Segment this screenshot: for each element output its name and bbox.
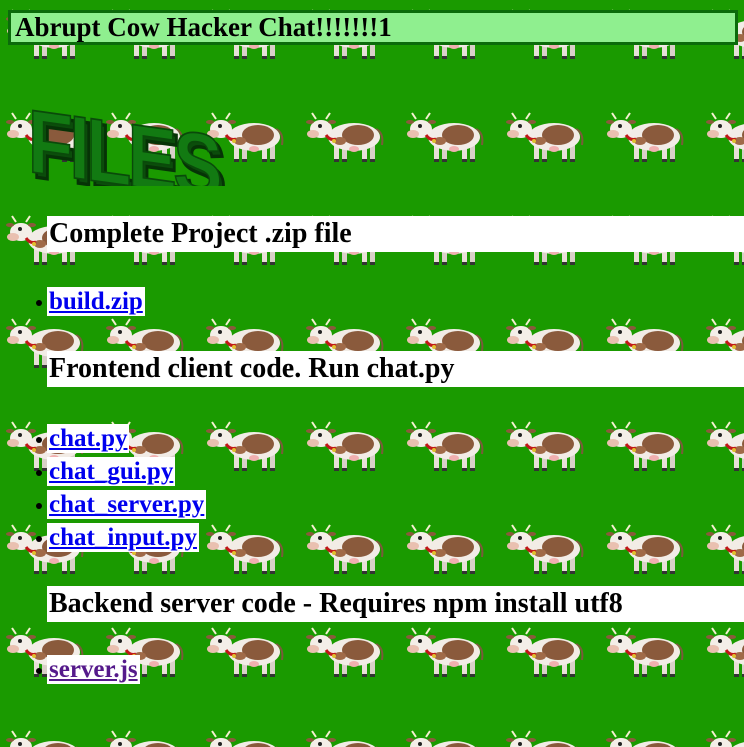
page-content: Abrupt Cow Hacker Chat!!!!!!!1 FILES FIL… [0,0,744,747]
bullet-icon [36,668,42,674]
bullet-icon [36,437,42,443]
bullet-icon [36,300,42,306]
bullet-icon [36,536,42,542]
file-link-chat-gui-py[interactable]: chat_gui.py [47,457,176,486]
svg-text:FILES: FILES [28,90,220,186]
file-link-server-js[interactable]: server.js [47,655,140,684]
page-title: Abrupt Cow Hacker Chat!!!!!!!1 [8,10,738,45]
bullet-icon [36,503,42,509]
section-heading-backend: Backend server code - Requires npm insta… [47,586,744,622]
file-link-chat-server-py[interactable]: chat_server.py [47,490,207,519]
file-link-chat-input-py[interactable]: chat_input.py [47,523,199,552]
bullet-icon [36,470,42,476]
files-wordart-logo: FILES FILES [26,78,226,224]
file-link-build-zip[interactable]: build.zip [47,287,145,316]
file-link-chat-py[interactable]: chat.py [47,424,130,453]
section-heading-frontend: Frontend client code. Run chat.py [47,351,744,387]
section-heading-project-zip: Complete Project .zip file [47,216,744,252]
